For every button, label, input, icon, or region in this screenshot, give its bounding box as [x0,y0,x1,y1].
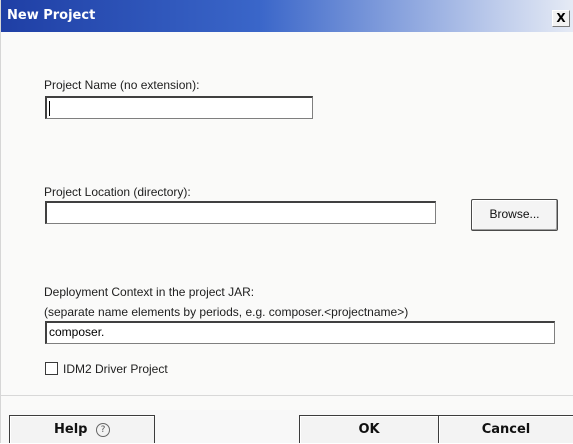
project-location-input[interactable] [45,201,436,224]
title-bar: New Project X [1,0,573,32]
deployment-context-input[interactable]: composer. [45,321,555,344]
deployment-context-label: Deployment Context in the project JAR: [44,285,255,299]
project-location-label: Project Location (directory): [44,185,191,199]
close-icon[interactable]: X [552,10,570,27]
browse-button[interactable]: Browse... [471,199,558,231]
project-name-input[interactable] [45,96,313,119]
new-project-dialog: New Project X Project Name (no extension… [0,0,573,443]
text-caret [49,101,50,116]
divider [1,395,573,396]
project-name-label: Project Name (no extension): [44,78,200,92]
cancel-button[interactable]: Cancel [438,415,573,443]
help-button[interactable]: Help ? [9,415,155,443]
dialog-title: New Project [7,8,96,23]
help-icon: ? [96,423,110,437]
ok-button[interactable]: OK [299,415,439,443]
idm2-driver-checkbox-label[interactable]: IDM2 Driver Project [63,362,168,376]
idm2-driver-checkbox[interactable] [45,362,58,375]
help-button-label: Help [54,422,88,437]
deployment-context-hint: (separate name elements by periods, e.g.… [44,305,409,319]
